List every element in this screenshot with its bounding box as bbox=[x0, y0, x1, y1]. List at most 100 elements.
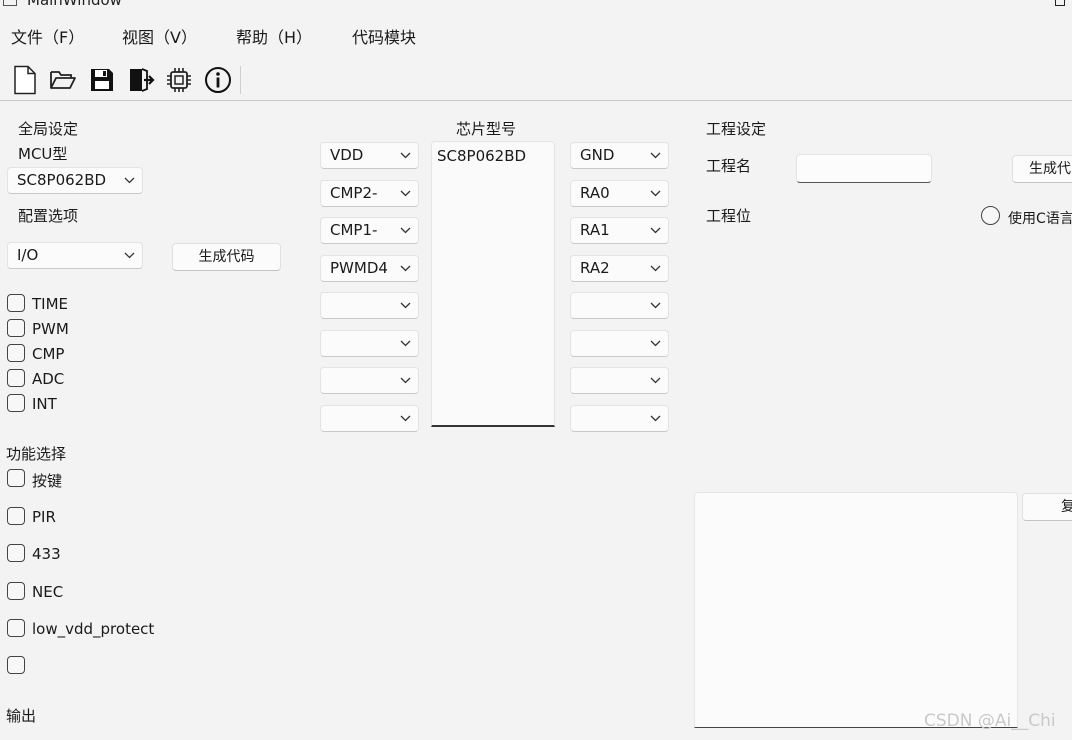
chevron-down-icon bbox=[124, 177, 135, 184]
left-pin-select-4[interactable]: PWMD4 bbox=[320, 254, 419, 282]
checkbox-key[interactable] bbox=[7, 469, 25, 487]
checkbox-label-cmp: CMP bbox=[32, 345, 65, 363]
right-pin-select-4[interactable]: RA2 bbox=[570, 254, 669, 282]
config-options-label: 配置选项 bbox=[18, 207, 79, 225]
save-button[interactable] bbox=[86, 64, 118, 96]
chevron-down-icon bbox=[650, 265, 661, 271]
new-file-button[interactable] bbox=[9, 64, 41, 96]
project-name-label: 工程名 bbox=[706, 157, 752, 175]
checkbox-label-adc: ADC bbox=[32, 370, 65, 388]
copy-button[interactable]: 复 bbox=[1022, 493, 1072, 521]
maximize-icon[interactable] bbox=[1055, 0, 1065, 6]
left-pin-select-1[interactable]: VDD bbox=[320, 142, 419, 169]
checkbox-label-pwm: PWM bbox=[32, 320, 69, 338]
checkbox-low-vdd-protect[interactable] bbox=[7, 619, 25, 637]
left-pin-select-6[interactable] bbox=[320, 329, 419, 357]
mcu-label: MCU型 bbox=[18, 145, 68, 163]
menu-file[interactable]: 文件（F） bbox=[11, 24, 84, 48]
new-file-icon bbox=[14, 65, 36, 95]
checkbox-label-nec: NEC bbox=[32, 583, 64, 601]
info-button[interactable] bbox=[202, 64, 234, 96]
right-pin-select-8[interactable] bbox=[570, 404, 669, 432]
open-folder-button[interactable] bbox=[47, 64, 79, 96]
checkbox-label-pir: PIR bbox=[32, 508, 56, 526]
chevron-down-icon bbox=[400, 227, 411, 234]
checkbox-pwm[interactable] bbox=[7, 319, 25, 337]
checkbox-int[interactable] bbox=[7, 394, 25, 412]
mcu-select[interactable]: SC8P062BD bbox=[7, 167, 143, 194]
checkbox-label-low-vdd-protect: low_vdd_protect bbox=[32, 620, 155, 638]
chip-model-list[interactable]: SC8P062BD bbox=[431, 141, 555, 427]
generate-code-button[interactable]: 生成代码 bbox=[172, 243, 281, 271]
chevron-down-icon bbox=[650, 415, 661, 421]
checkbox-label-key: 按键 bbox=[32, 472, 63, 490]
right-pin-select-value: RA2 bbox=[580, 258, 610, 277]
exit-button[interactable] bbox=[125, 64, 157, 96]
chevron-down-icon bbox=[400, 190, 411, 196]
checkbox-433[interactable] bbox=[7, 544, 25, 562]
right-pin-select-7[interactable] bbox=[570, 367, 669, 394]
config-select[interactable]: I/O bbox=[7, 242, 143, 269]
checkbox-cmp[interactable] bbox=[7, 344, 25, 362]
code-output-text[interactable] bbox=[694, 492, 1018, 728]
left-pin-select-2[interactable]: CMP2- bbox=[320, 179, 419, 207]
checkbox-label-433: 433 bbox=[32, 545, 61, 563]
chevron-down-icon bbox=[400, 302, 411, 309]
watermark: CSDN @Ai__Chi bbox=[924, 711, 1056, 731]
app-icon bbox=[3, 0, 17, 6]
right-pin-select-6[interactable] bbox=[570, 329, 669, 357]
chip-model-title: 芯片型号 bbox=[456, 120, 517, 138]
open-folder-icon bbox=[50, 71, 76, 89]
chip-model-list-item[interactable]: SC8P062BD bbox=[437, 147, 526, 165]
right-pin-select-value: RA1 bbox=[580, 221, 610, 239]
global-settings-title: 全局设定 bbox=[18, 120, 79, 138]
project-settings-title: 工程设定 bbox=[706, 120, 767, 138]
project-generate-button[interactable]: 生成代 bbox=[1012, 155, 1072, 183]
chevron-down-icon bbox=[650, 227, 661, 234]
chevron-down-icon bbox=[400, 265, 411, 271]
use-c-language-label: 使用C语言 bbox=[1008, 211, 1072, 227]
chevron-down-icon bbox=[650, 190, 661, 196]
use-c-language-radio[interactable] bbox=[981, 206, 1000, 225]
left-pin-select-value: PWMD4 bbox=[330, 258, 388, 277]
chevron-down-icon bbox=[650, 302, 661, 309]
chip-button[interactable] bbox=[163, 64, 195, 96]
output-label: 输出 bbox=[6, 707, 37, 725]
toolbar-divider bbox=[0, 100, 1072, 101]
checkbox-time[interactable] bbox=[7, 294, 25, 312]
project-name-input[interactable] bbox=[796, 154, 932, 183]
right-pin-select-value: GND bbox=[580, 146, 615, 164]
right-pin-select-1[interactable]: GND bbox=[570, 142, 669, 169]
right-pin-select-value: RA0 bbox=[580, 183, 610, 202]
checkbox-adc[interactable] bbox=[7, 369, 25, 387]
chevron-down-icon bbox=[650, 340, 661, 346]
chevron-down-icon bbox=[124, 252, 135, 259]
left-pin-select-8[interactable] bbox=[320, 404, 419, 432]
left-pin-select-7[interactable] bbox=[320, 367, 419, 394]
right-pin-select-5[interactable] bbox=[570, 292, 669, 319]
left-pin-select-value: CMP1- bbox=[330, 221, 378, 239]
save-icon bbox=[91, 69, 113, 91]
project-location-label: 工程位 bbox=[706, 207, 752, 225]
menu-view[interactable]: 视图（V） bbox=[122, 24, 197, 48]
menu-help[interactable]: 帮助（H） bbox=[236, 24, 312, 48]
checkbox-label-time: TIME bbox=[32, 295, 69, 313]
mcu-select-value: SC8P062BD bbox=[17, 171, 107, 189]
left-pin-select-5[interactable] bbox=[320, 292, 419, 319]
right-pin-select-2[interactable]: RA0 bbox=[570, 179, 669, 207]
checkbox-unnamed[interactable] bbox=[7, 656, 25, 674]
chevron-down-icon bbox=[400, 340, 411, 346]
right-pin-select-3[interactable]: RA1 bbox=[570, 217, 669, 244]
chevron-down-icon bbox=[650, 377, 661, 384]
left-pin-select-3[interactable]: CMP1- bbox=[320, 217, 419, 244]
menu-code-module[interactable]: 代码模块 bbox=[352, 24, 416, 48]
chip-icon bbox=[167, 68, 191, 92]
config-select-value: I/O bbox=[17, 246, 39, 264]
chevron-down-icon bbox=[650, 152, 661, 159]
checkbox-pir[interactable] bbox=[7, 507, 25, 525]
toolbar-separator bbox=[240, 66, 241, 94]
exit-icon bbox=[130, 68, 155, 92]
info-icon bbox=[205, 67, 231, 93]
window-title: MainWindow bbox=[27, 0, 122, 9]
checkbox-nec[interactable] bbox=[7, 582, 25, 600]
